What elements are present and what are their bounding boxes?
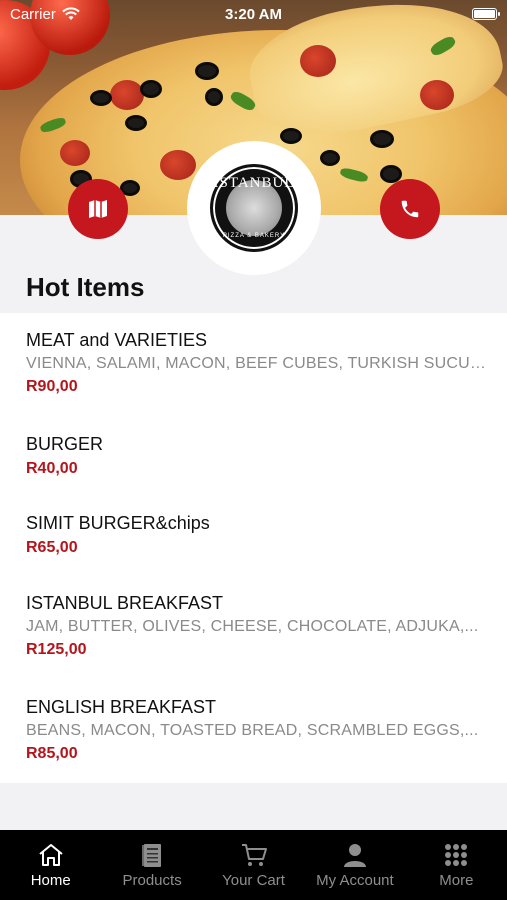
tab-label: My Account [316,872,394,889]
tab-account[interactable]: My Account [304,830,405,900]
logo-name: ISTANBUL [213,175,295,191]
tab-more[interactable]: More [406,830,507,900]
tab-label: Your Cart [222,872,285,889]
call-button[interactable] [380,179,440,239]
item-price: R40,00 [26,460,78,477]
logo-tagline: PIZZA & BAKERY [222,233,286,239]
list-item[interactable]: MEAT and VARIETIES VIENNA, SALAMI, MACON… [26,330,491,396]
grid-icon [445,844,468,866]
tab-label: Home [30,872,71,889]
status-time: 3:20 AM [225,5,282,23]
item-description: VIENNA, SALAMI, MACON, BEEF CUBES, TURKI… [26,355,491,372]
restaurant-logo: ISTANBUL PIZZA & BAKERY [187,141,321,275]
home-icon [39,844,63,866]
item-description: JAM, BUTTER, OLIVES, CHEESE, CHOCOLATE, … [26,618,479,635]
item-title: ENGLISH BREAKFAST [26,697,217,717]
item-title: ISTANBUL BREAKFAST [26,593,224,613]
map-icon [89,200,107,218]
tab-label: Products [122,872,182,889]
item-price: R85,00 [26,745,78,762]
tab-products[interactable]: Products [101,830,202,900]
item-price: R125,00 [26,641,87,658]
list-item[interactable]: ISTANBUL BREAKFAST JAM, BUTTER, OLIVES, … [26,593,491,659]
item-price: R90,00 [26,378,78,395]
item-title: MEAT and VARIETIES [26,330,208,350]
item-price: R65,00 [26,539,78,556]
phone-icon [401,200,419,218]
battery-icon [472,8,500,20]
hot-items-list: MEAT and VARIETIES VIENNA, SALAMI, MACON… [0,313,507,783]
item-description: BEANS, MACON, TOASTED BREAD, SCRAMBLED E… [26,722,479,739]
cart-icon [241,844,267,866]
list-item[interactable]: SIMIT BURGER&chips R65,00 [26,513,491,557]
menu-book-icon [142,844,162,867]
tab-home[interactable]: Home [0,830,101,900]
tab-bar: Home Products Your Cart My Account More [0,830,507,900]
section-title: Hot Items [26,272,145,302]
user-icon [343,844,366,867]
list-item[interactable]: ENGLISH BREAKFAST BEANS, MACON, TOASTED … [26,697,491,763]
list-item[interactable]: BURGER R40,00 [26,434,491,478]
item-title: SIMIT BURGER&chips [26,513,210,533]
map-button[interactable] [68,179,128,239]
tab-cart[interactable]: Your Cart [203,830,304,900]
item-title: BURGER [26,434,104,454]
tab-label: More [439,872,474,889]
status-bar: Carrier 3:20 AM [0,0,507,28]
